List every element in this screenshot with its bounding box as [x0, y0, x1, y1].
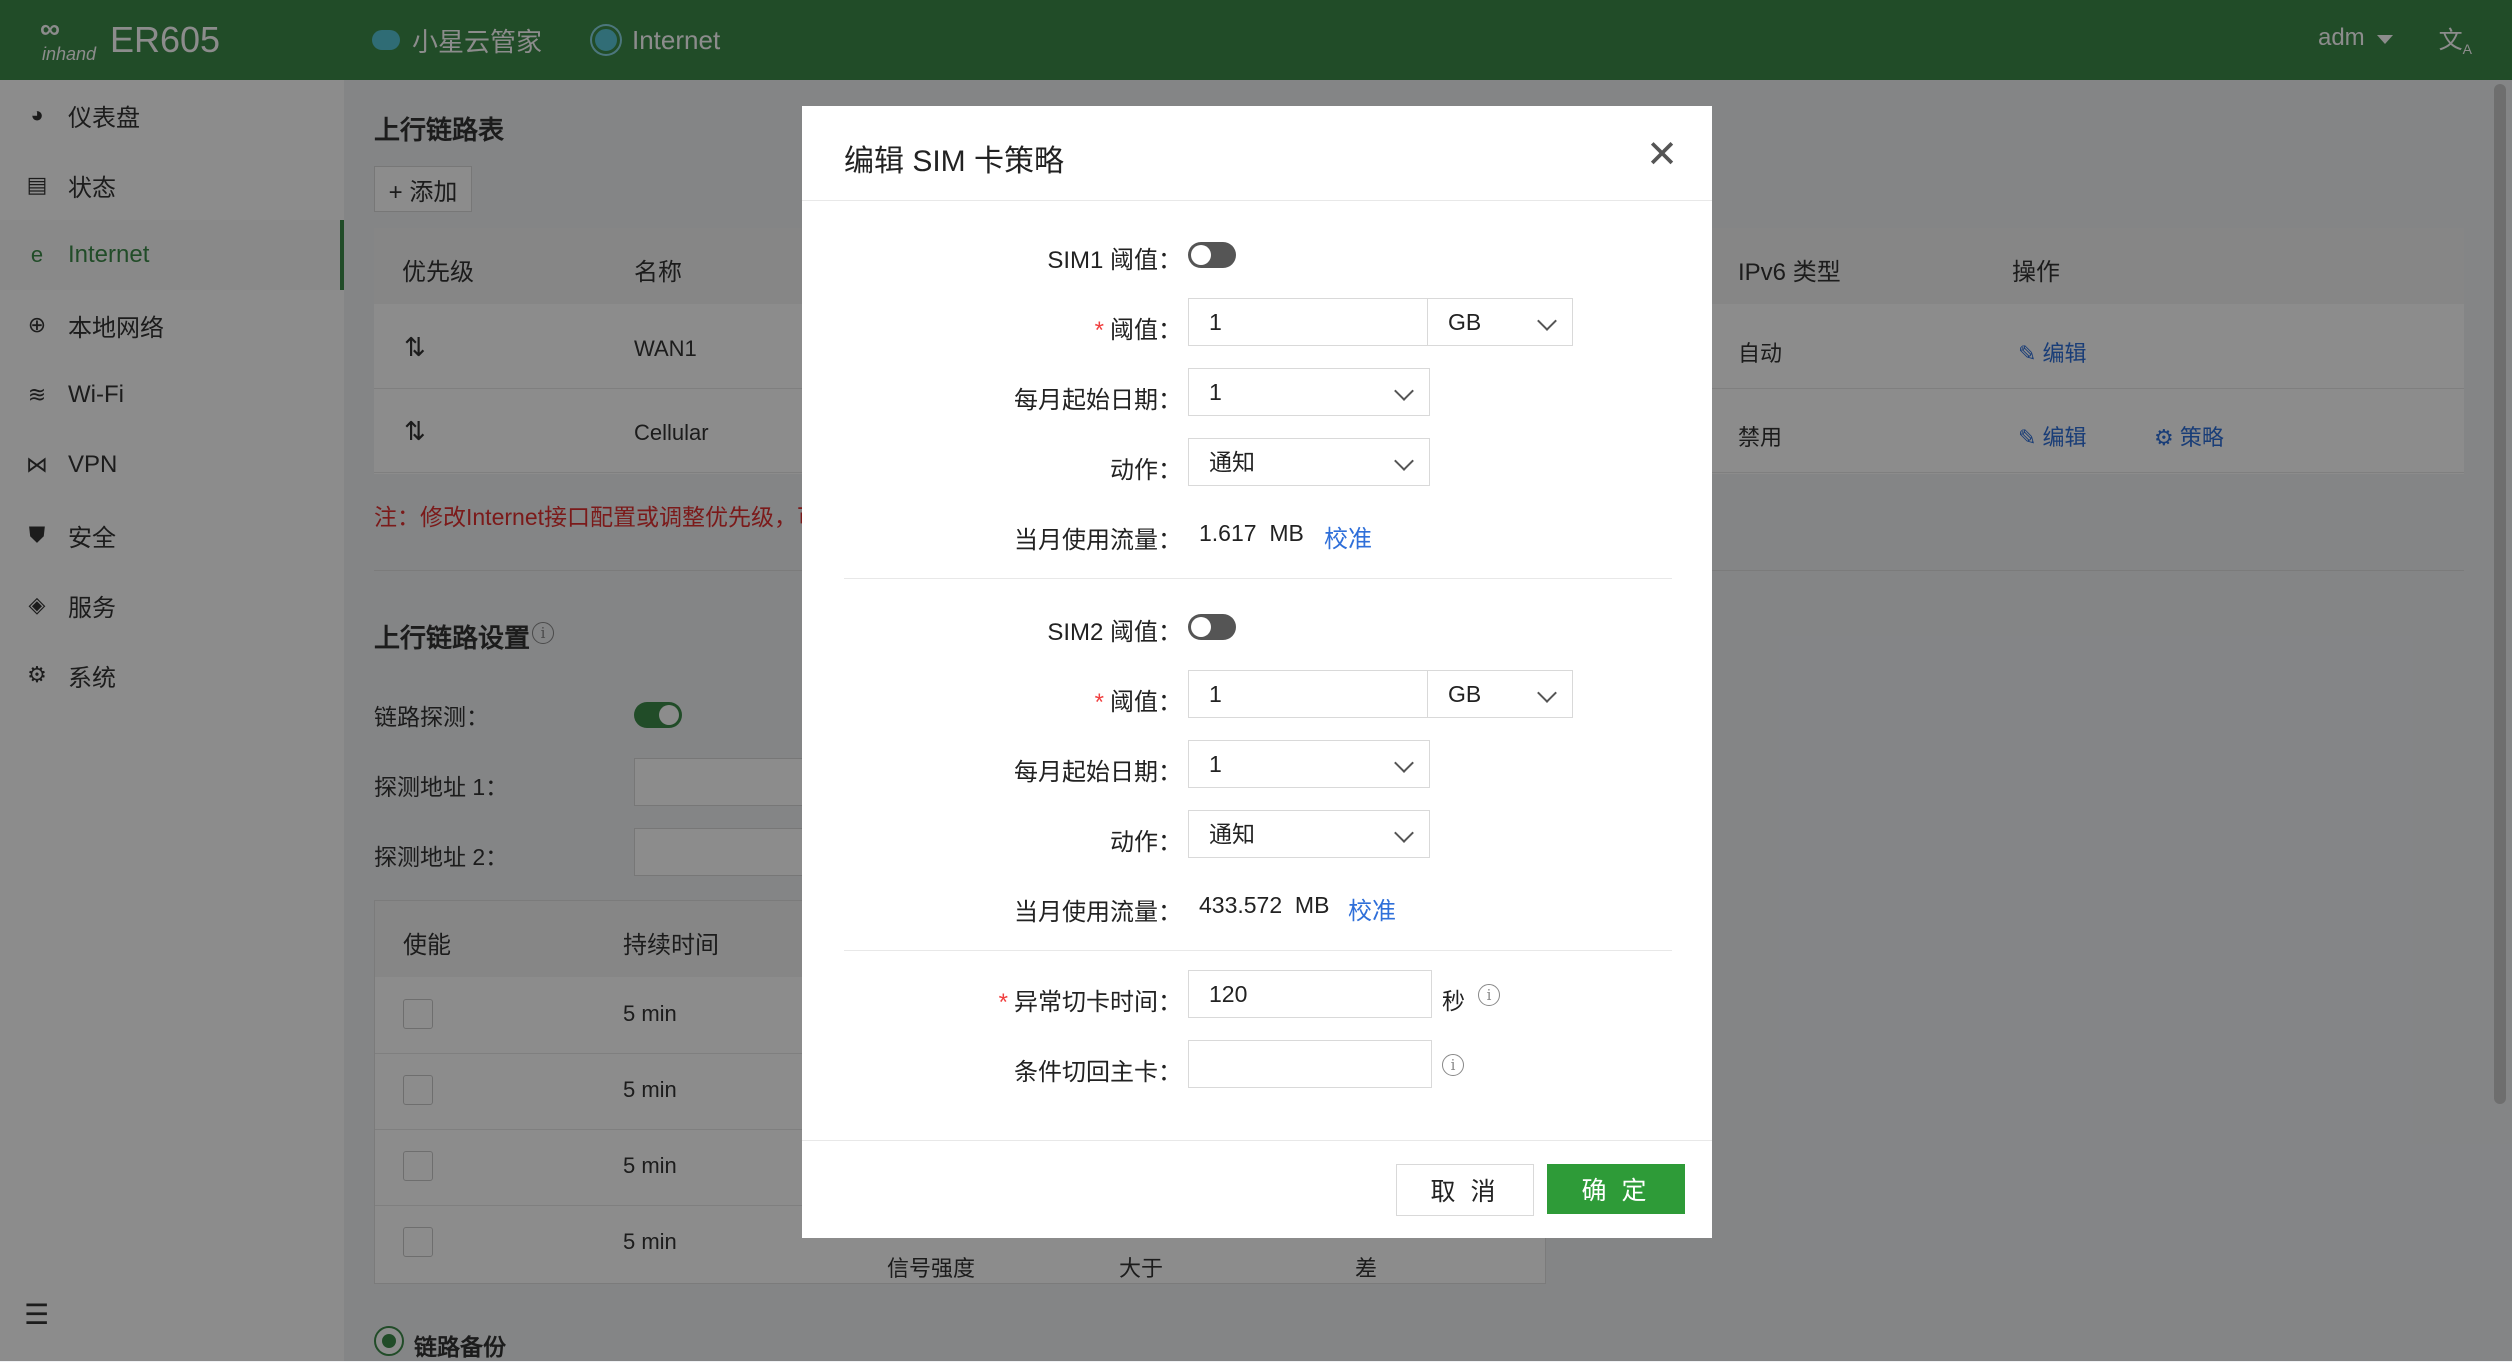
chevron-down-icon — [1537, 683, 1557, 703]
sim2-calibrate-link[interactable]: 校准 — [1348, 891, 1396, 926]
close-icon[interactable]: ✕ — [1646, 136, 1678, 174]
info-icon[interactable]: i — [1478, 984, 1500, 1006]
sim1-threshold-toggle-label: SIM1 阈值： — [1047, 247, 1182, 274]
sim2-threshold-toggle[interactable] — [1188, 614, 1236, 640]
sim1-usage-label: 当月使用流量： — [1014, 527, 1182, 554]
edit-sim-policy-dialog: 编辑 SIM 卡策略 ✕ SIM1 阈值： * 阈值： 1 GB 每月起始日期： … — [802, 106, 1712, 1238]
info-icon[interactable]: i — [1442, 1054, 1464, 1076]
sim1-start-date-select[interactable]: 1 — [1188, 368, 1430, 416]
sim2-threshold-label: * 阈值： — [1094, 689, 1182, 716]
chevron-down-icon — [1394, 451, 1414, 471]
sim1-calibrate-link[interactable]: 校准 — [1324, 519, 1372, 554]
sim2-action-select[interactable]: 通知 — [1188, 810, 1430, 858]
sim2-threshold-input[interactable]: 1 — [1188, 670, 1428, 718]
sim2-unit-select[interactable]: GB — [1427, 670, 1573, 718]
sim1-usage-value: 1.617 MB — [1199, 520, 1304, 546]
sim1-action-select[interactable]: 通知 — [1188, 438, 1430, 486]
sim1-action-label: 动作： — [1110, 457, 1182, 484]
sim1-threshold-toggle[interactable] — [1188, 242, 1236, 268]
switch-time-unit: 秒 — [1442, 988, 1465, 1014]
fallback-input[interactable] — [1188, 1040, 1432, 1088]
sim2-usage-label: 当月使用流量： — [1014, 899, 1182, 926]
cancel-button[interactable]: 取 消 — [1396, 1164, 1534, 1216]
sim2-start-date-label: 每月起始日期： — [1014, 759, 1182, 786]
fallback-label: 条件切回主卡： — [1014, 1059, 1182, 1086]
chevron-down-icon — [1394, 823, 1414, 843]
sim1-start-date-label: 每月起始日期： — [1014, 387, 1182, 414]
confirm-button[interactable]: 确 定 — [1547, 1164, 1685, 1214]
chevron-down-icon — [1394, 381, 1414, 401]
chevron-down-icon — [1537, 311, 1557, 331]
sim1-threshold-label: * 阈值： — [1094, 317, 1182, 344]
sim2-action-label: 动作： — [1110, 829, 1182, 856]
sim2-threshold-toggle-label: SIM2 阈值： — [1047, 619, 1182, 646]
chevron-down-icon — [1394, 753, 1414, 773]
sim2-start-date-select[interactable]: 1 — [1188, 740, 1430, 788]
sim1-unit-select[interactable]: GB — [1427, 298, 1573, 346]
sim1-threshold-input[interactable]: 1 — [1188, 298, 1428, 346]
dialog-title: 编辑 SIM 卡策略 — [844, 145, 1065, 178]
switch-time-label: * 异常切卡时间： — [998, 989, 1182, 1016]
switch-time-input[interactable]: 120 — [1188, 970, 1432, 1018]
sim2-usage-value: 433.572 MB — [1199, 892, 1330, 918]
